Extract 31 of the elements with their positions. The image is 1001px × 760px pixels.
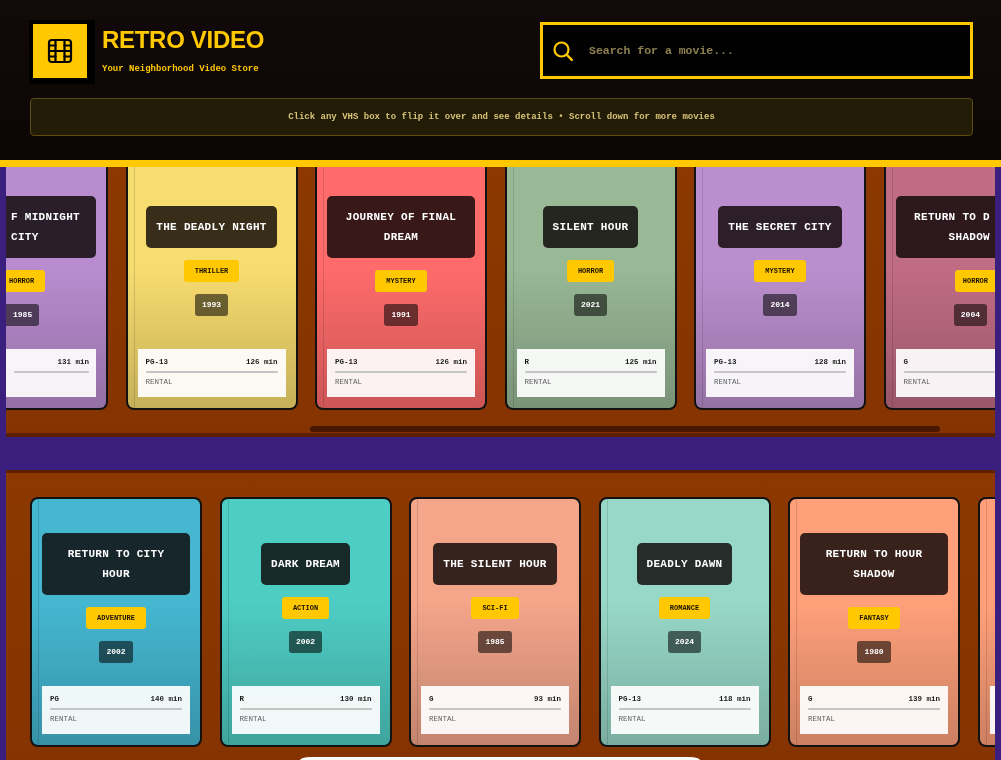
movie-title: DEADLY DAWN [636, 542, 733, 585]
year-tag: 2014 [763, 293, 797, 316]
year-tag: 1991 [384, 303, 418, 326]
search-icon [553, 40, 573, 61]
info-panel [989, 686, 995, 734]
year-tag: 2002 [288, 630, 323, 653]
year-tag: 1980 [857, 640, 891, 663]
movie-title: DARK DREAM [261, 542, 350, 585]
movie-title: THE DEADLY NIGHT [146, 205, 277, 248]
vhs-box[interactable] [977, 497, 995, 747]
movie-title: RETURN TO HOUR SHADOW [800, 532, 948, 595]
year-tag: 2004 [953, 303, 987, 326]
scrollbar-thumb[interactable] [310, 426, 940, 432]
movie-title: SILENT HOUR [542, 205, 639, 248]
year-tag: 1985 [6, 303, 40, 326]
film-icon [29, 20, 95, 84]
year-tag: 1993 [194, 293, 229, 316]
movie-title: JOURNEY OF FINAL DREAM [327, 195, 475, 258]
movie-title: THE SILENT HOUR [433, 542, 557, 585]
year-tag: 2021 [573, 293, 608, 316]
store-tagline: Your Neighborhood Video Store [102, 63, 260, 76]
movie-title: THE SECRET CITY [718, 205, 842, 248]
movie-title: RETURN TO D SHADOW [895, 195, 995, 258]
year-tag: 2024 [667, 630, 702, 653]
search-field[interactable]: Search for a movie... [540, 22, 973, 79]
movie-title: RETURN TO CITY HOUR [42, 532, 190, 595]
info-banner: Click any VHS box to flip it over and see details • Scroll down for more movies [30, 98, 973, 136]
movie-title: F MIDNIGHT CITY [6, 195, 96, 258]
year-tag: 2002 [99, 640, 133, 663]
store-name: RETRO VIDEO [102, 25, 265, 54]
year-tag: 1985 [478, 630, 512, 653]
